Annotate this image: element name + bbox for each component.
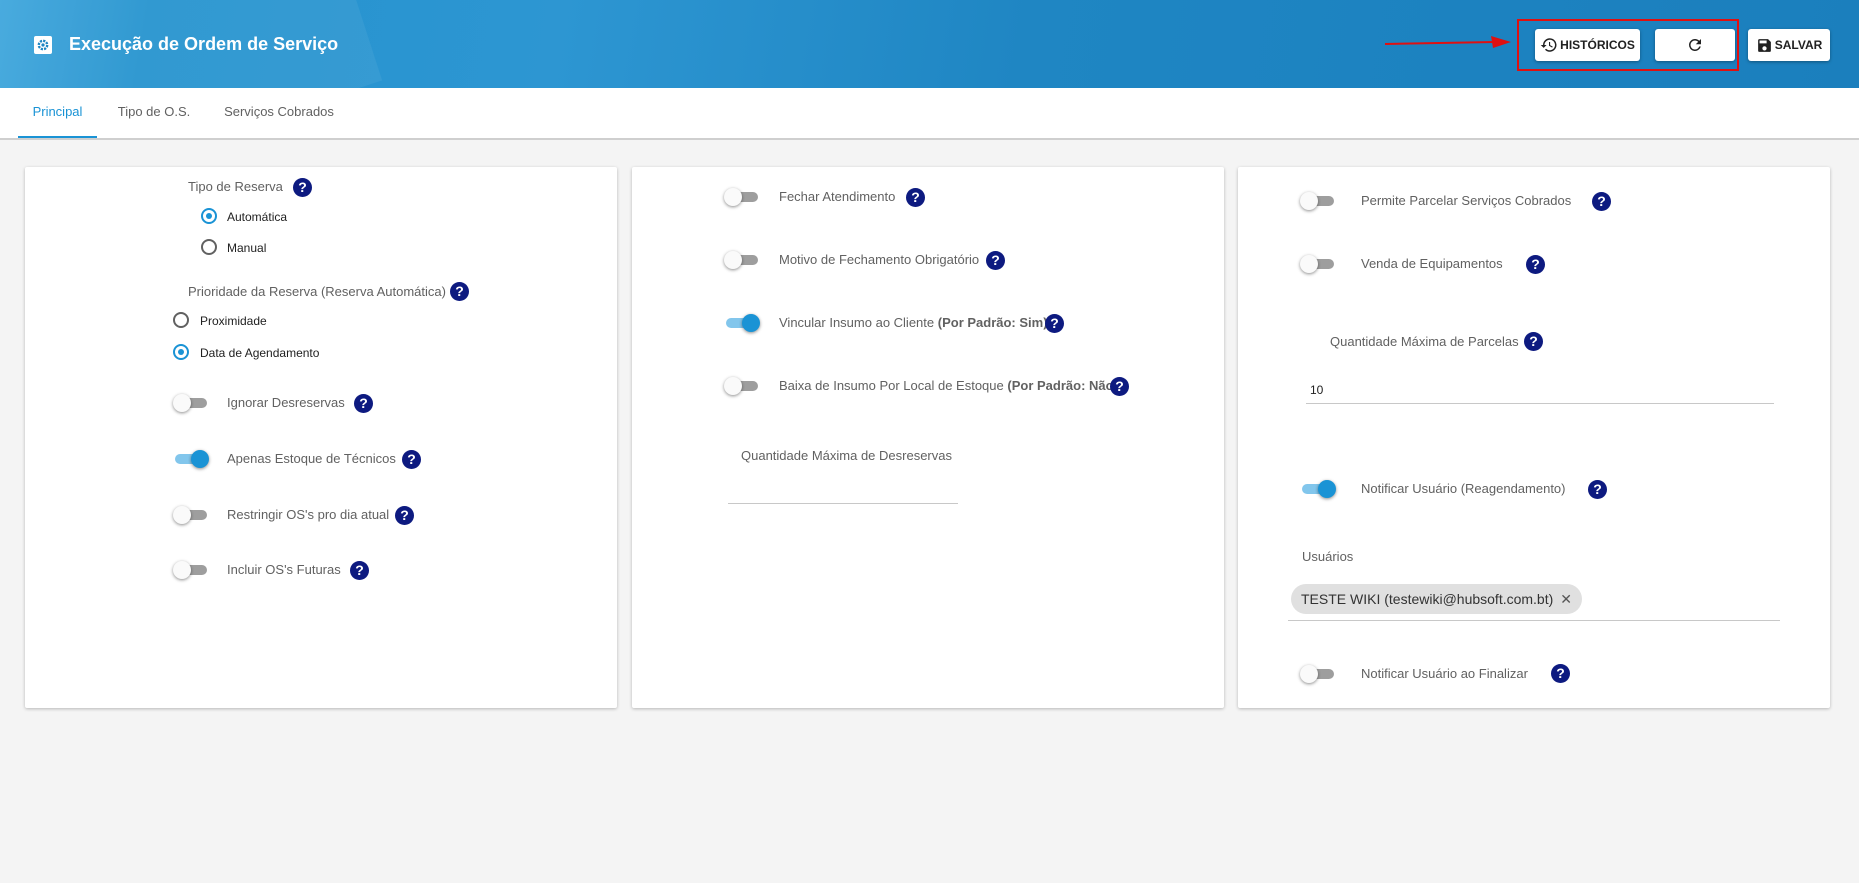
annotation-highlight-box xyxy=(1517,19,1739,71)
help-icon[interactable]: ? xyxy=(906,188,925,207)
help-icon[interactable]: ? xyxy=(1110,377,1129,396)
toggle-incluir-os-futuras[interactable] xyxy=(173,560,209,580)
radio-data-agendamento-label: Data de Agendamento xyxy=(200,346,320,360)
usuarios-label: Usuários xyxy=(1302,549,1354,564)
tipo-reserva-label: Tipo de Reserva xyxy=(188,179,283,194)
help-icon[interactable]: ? xyxy=(986,251,1005,270)
help-icon[interactable]: ? xyxy=(1588,480,1607,499)
vincular-insumo-default: (Por Padrão: Sim) xyxy=(937,315,1048,330)
toggle-ignorar-desreservas[interactable] xyxy=(173,393,209,413)
tab-principal[interactable]: Principal xyxy=(18,88,97,138)
help-icon[interactable]: ? xyxy=(395,506,414,525)
vincular-insumo-label: Vincular Insumo ao Cliente (Por Padrão: … xyxy=(779,315,1048,330)
salvar-label: SALVAR xyxy=(1774,38,1823,52)
prioridade-label: Prioridade da Reserva (Reserva Automátic… xyxy=(188,284,446,299)
venda-equipamentos-label: Venda de Equipamentos xyxy=(1361,256,1503,271)
toggle-vincular-insumo-cliente[interactable] xyxy=(726,313,760,333)
tab-servicos-cobrados[interactable]: Serviços Cobrados xyxy=(220,88,338,138)
baixa-insumo-label: Baixa de Insumo Por Local de Estoque (Po… xyxy=(779,378,1118,393)
help-icon[interactable]: ? xyxy=(350,561,369,580)
motivo-fechamento-label: Motivo de Fechamento Obrigatório xyxy=(779,252,980,267)
card-reservas: Tipo de Reserva ? Automática Manual Prio… xyxy=(25,167,617,708)
help-icon[interactable]: ? xyxy=(402,450,421,469)
radio-automatica[interactable] xyxy=(201,208,217,224)
toggle-venda-equipamentos[interactable] xyxy=(1300,254,1336,274)
help-icon[interactable]: ? xyxy=(1592,192,1611,211)
tab-tipo-os[interactable]: Tipo de O.S. xyxy=(113,88,195,138)
baixa-insumo-default: (Por Padrão: Não) xyxy=(1007,378,1118,393)
radio-manual-label: Manual xyxy=(227,241,267,255)
radio-manual[interactable] xyxy=(201,239,217,255)
help-icon[interactable]: ? xyxy=(1551,664,1570,683)
tab-bar: Principal Tipo de O.S. Serviços Cobrados xyxy=(0,88,1859,140)
notificar-finalizar-label: Notificar Usuário ao Finalizar xyxy=(1361,666,1528,681)
help-icon[interactable]: ? xyxy=(450,282,469,301)
toggle-fechar-atendimento[interactable] xyxy=(724,187,760,207)
help-icon[interactable]: ? xyxy=(354,394,373,413)
user-chip-label: TESTE WIKI (testewiki@hubsoft.com.bt) xyxy=(1301,591,1554,607)
page-title: Execução de Ordem de Serviço xyxy=(69,34,339,54)
usuarios-underline xyxy=(1288,620,1780,621)
max-desreservas-label: Quantidade Máxima de Desreservas xyxy=(741,448,952,463)
notificar-reagendamento-label: Notificar Usuário (Reagendamento) xyxy=(1361,481,1566,496)
annotation-arrow-icon xyxy=(1384,36,1511,48)
vincular-insumo-text: Vincular Insumo ao Cliente xyxy=(779,315,935,330)
max-parcelas-input[interactable]: 10 xyxy=(1310,383,1770,401)
save-icon xyxy=(1757,38,1771,52)
fechar-atendimento-label: Fechar Atendimento xyxy=(779,189,896,204)
toggle-baixa-insumo-local[interactable] xyxy=(724,376,760,396)
help-icon[interactable]: ? xyxy=(293,178,312,197)
max-desreservas-underline xyxy=(728,503,958,504)
radio-data-agendamento[interactable] xyxy=(173,344,189,360)
toggle-apenas-estoque-tecnicos[interactable] xyxy=(175,449,209,469)
help-icon[interactable]: ? xyxy=(1526,255,1545,274)
card-servicos: Permite Parcelar Serviços Cobrados ? Ven… xyxy=(1238,167,1830,708)
gear-icon xyxy=(34,36,52,54)
toggle-notificar-finalizar[interactable] xyxy=(1300,664,1336,684)
toggle-notificar-reagendamento[interactable] xyxy=(1302,479,1336,499)
help-icon[interactable]: ? xyxy=(1524,332,1543,351)
toggle-permite-parcelar[interactable] xyxy=(1300,191,1336,211)
max-parcelas-label: Quantidade Máxima de Parcelas xyxy=(1330,334,1519,349)
user-chip: TESTE WIKI (testewiki@hubsoft.com.bt) ✕ xyxy=(1291,584,1583,614)
toggle-motivo-fechamento[interactable] xyxy=(724,250,760,270)
baixa-insumo-text: Baixa de Insumo Por Local de Estoque xyxy=(779,378,1004,393)
radio-proximidade-label: Proximidade xyxy=(200,314,267,328)
radio-proximidade[interactable] xyxy=(173,312,189,328)
radio-automatica-label: Automática xyxy=(227,210,288,224)
toggle-restringir-os-dia-atual[interactable] xyxy=(173,505,209,525)
max-desreservas-input[interactable] xyxy=(728,480,948,502)
card-atendimento: Fechar Atendimento ? Motivo de Fechament… xyxy=(632,167,1224,708)
restringir-os-label: Restringir OS's pro dia atual xyxy=(227,507,390,522)
help-icon[interactable]: ? xyxy=(1045,314,1064,333)
permite-parcelar-label: Permite Parcelar Serviços Cobrados xyxy=(1361,193,1572,208)
ignorar-desreservas-label: Ignorar Desreservas xyxy=(227,395,345,410)
apenas-estoque-tecnicos-label: Apenas Estoque de Técnicos xyxy=(227,451,396,466)
max-parcelas-underline xyxy=(1306,403,1774,404)
salvar-button[interactable]: SALVAR xyxy=(1748,29,1830,61)
incluir-os-futuras-label: Incluir OS's Futuras xyxy=(227,562,341,577)
remove-chip-icon[interactable]: ✕ xyxy=(1560,584,1572,614)
